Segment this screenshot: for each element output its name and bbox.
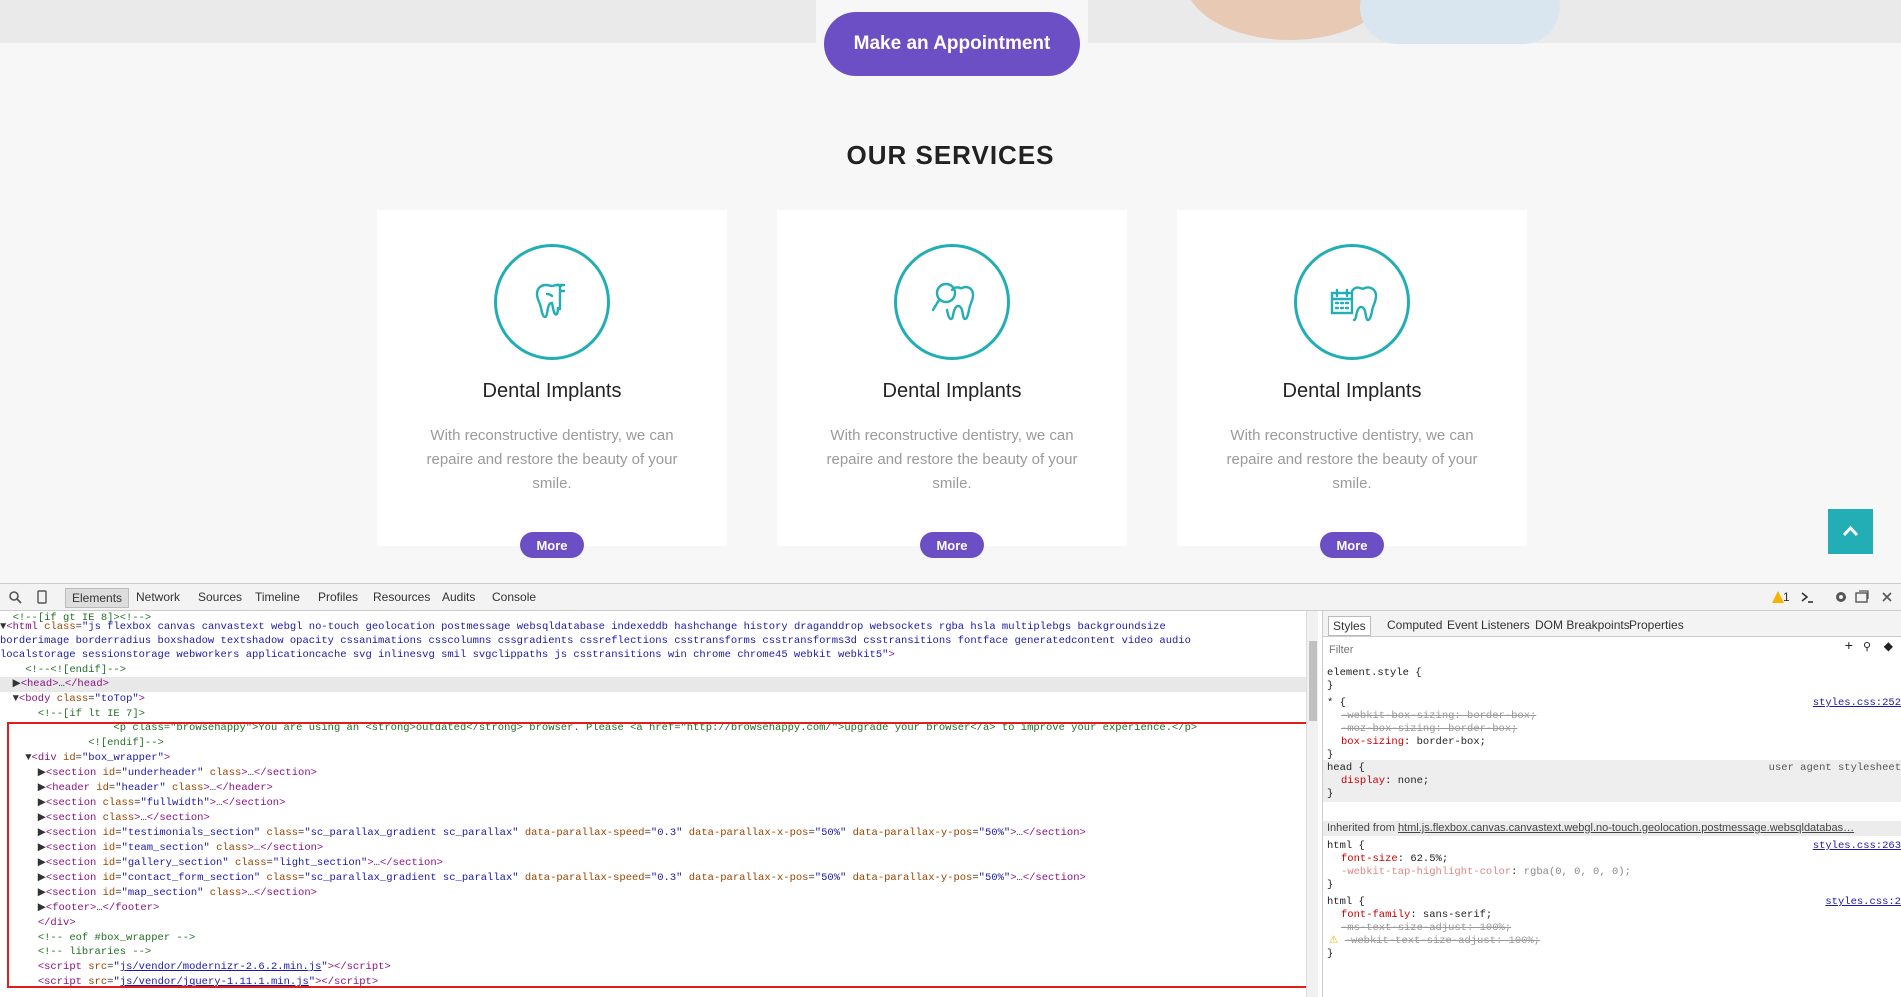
service-description: With reconstructive dentistry, we can re… [426,427,678,492]
style-rule-selector: head { [1327,762,1365,774]
style-prop[interactable]: -webkit-tap-highlight-color: rgba(0, 0, … [1341,866,1631,879]
service-title: Dental Implants [1282,380,1422,402]
console-drawer-icon[interactable] [1800,590,1814,604]
close-icon[interactable] [1880,590,1894,604]
dom-line-head[interactable]: ▶<head>…</head> [0,677,1306,692]
sidebar-tabs: Styles Computed Event Listeners DOM Brea… [1323,611,1901,637]
style-prop[interactable]: -webkit-box-sizing: border-box; [1341,710,1536,723]
service-icon-circle [494,244,610,360]
services-heading: OUR SERVICES [846,140,1055,170]
make-appointment-button[interactable]: Make an Appointment [824,12,1080,76]
more-button[interactable]: More [1320,532,1384,558]
style-prop[interactable]: -moz-box-sizing: border-box; [1341,723,1517,736]
tooth-magnifier-icon [931,282,975,321]
ua-stylesheet-label: user agent stylesheet [1768,762,1901,774]
more-button[interactable]: More [520,532,584,558]
style-source-link[interactable]: styles.css:263 [1813,840,1901,852]
service-description: With reconstructive dentistry, we can re… [1226,427,1478,492]
tab-profiles[interactable]: Profiles [312,588,364,606]
style-rule-close: } [1327,879,1334,891]
dock-icon[interactable] [1855,590,1869,604]
tooth-tool-icon [535,283,566,319]
device-mode-icon[interactable] [35,590,49,604]
more-button[interactable]: More [920,532,984,558]
inherited-prefix: Inherited from [1327,822,1395,834]
style-rule-close: } [1327,680,1334,692]
styles-filter-input[interactable] [1329,644,1479,656]
scroll-to-top-button[interactable] [1828,509,1873,554]
service-icon-circle [894,244,1010,360]
devtools-panel: Elements Network Sources Timeline Profil… [0,583,1901,997]
service-description: With reconstructive dentistry, we can re… [826,427,1078,492]
tab-dom-breakpoints[interactable]: DOM Breakpoints [1531,616,1634,634]
style-source-link[interactable]: styles.css:2 [1825,896,1901,908]
devtools-toolbar: Elements Network Sources Timeline Profil… [0,584,1901,611]
styles-sidebar: Styles Computed Event Listeners DOM Brea… [1322,611,1901,997]
tab-timeline[interactable]: Timeline [249,588,306,606]
service-icon-circle [1294,244,1410,360]
hero-photo-shirt [1360,0,1560,44]
gear-icon[interactable] [1834,590,1848,604]
tab-resources[interactable]: Resources [367,588,436,606]
tab-event-listeners[interactable]: Event Listeners [1443,616,1534,634]
scrollbar-thumb[interactable] [1309,641,1317,721]
search-icon[interactable] [8,590,22,604]
service-title: Dental Implants [482,380,622,402]
style-prop[interactable]: font-family: sans-serif; [1341,909,1492,922]
tab-audits[interactable]: Audits [436,588,481,606]
dom-line[interactable]: <!--[if lt IE 7]> [0,707,145,722]
new-rule-icon[interactable]: + [1845,640,1853,654]
style-prop[interactable]: display: none; [1341,775,1429,788]
highlight-box [7,722,1308,988]
tab-network[interactable]: Network [130,588,186,606]
tab-console[interactable]: Console [486,588,542,606]
tooth-calendar-icon [1330,286,1378,322]
style-rule-selector: html { [1327,896,1365,908]
dom-line[interactable]: ▼<body class="toTop"> [0,692,145,707]
style-rule-selector: html { [1327,840,1365,852]
style-prop[interactable]: -ms-text-size-adjust: 100%; [1341,922,1511,935]
tab-sources[interactable]: Sources [192,588,248,606]
dom-scrollbar[interactable] [1306,611,1318,997]
dom-line[interactable]: <!--<![endif]--> [0,663,126,678]
tab-styles[interactable]: Styles [1328,616,1371,636]
dom-line[interactable]: borderimage borderradius boxshadow texts… [0,634,1191,649]
inherited-from-bar: Inherited from html.js.flexbox.canvas.ca… [1323,821,1901,836]
pin-icon[interactable]: ⚲ [1863,642,1871,655]
style-prop[interactable]: box-sizing: border-box; [1341,736,1486,749]
style-rule-selector: * { [1327,697,1346,709]
color-format-icon[interactable]: ◆ [1884,641,1893,654]
dom-tree[interactable]: <!--[if gt IE 8]><!--> ▼<html class="js … [0,611,1310,997]
service-card: Dental Implants With reconstructive dent… [777,210,1127,558]
style-source-link[interactable]: styles.css:252 [1813,697,1901,709]
dom-line[interactable]: localstorage sessionstorage webworkers a… [0,648,895,663]
service-card: Dental Implants With reconstructive dent… [1177,210,1527,558]
style-prop[interactable]: ⚠ -webkit-text-size-adjust: 100%; [1329,935,1540,948]
dom-line[interactable]: ▼<html class="js flexbox canvas canvaste… [0,620,1166,635]
chevron-up-icon [1842,525,1859,537]
tab-elements[interactable]: Elements [65,588,130,608]
style-rule-selector: element.style { [1327,667,1422,679]
style-rule-close: } [1327,788,1334,800]
website-viewport: Make an Appointment OUR SERVICES Dental … [0,0,1901,583]
tab-computed[interactable]: Computed [1383,616,1446,634]
warning-count: 1 [1783,590,1790,604]
inherited-from-link[interactable]: html.js.flexbox.canvas.canvastext.webgl.… [1398,822,1854,834]
service-title: Dental Implants [882,380,1022,402]
service-card: Dental Implants With reconstructive dent… [377,210,727,558]
tab-properties[interactable]: Properties [1625,616,1688,634]
style-prop[interactable]: font-size: 62.5%; [1341,853,1448,866]
style-rule-close: } [1327,948,1334,960]
